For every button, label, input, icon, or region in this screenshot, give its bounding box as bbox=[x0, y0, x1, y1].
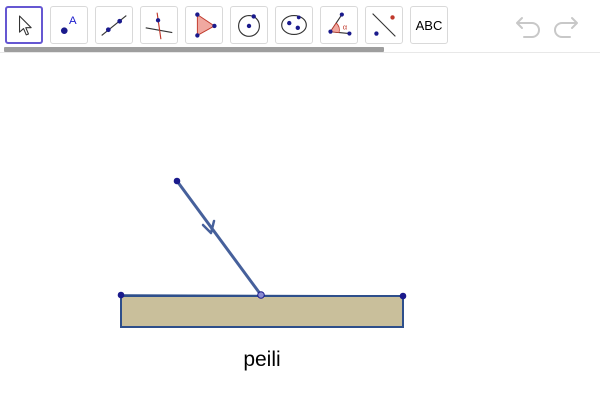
point-icon: A bbox=[60, 15, 77, 34]
line-tool-button[interactable] bbox=[95, 6, 133, 44]
mirror-rectangle[interactable] bbox=[120, 295, 404, 328]
undo-icon bbox=[516, 17, 540, 38]
text-tool-icon: ABC bbox=[415, 17, 443, 33]
light-ray-segment[interactable] bbox=[175, 180, 263, 296]
text-tool-button[interactable]: ABC bbox=[410, 6, 448, 44]
mirror-label: peili bbox=[243, 348, 281, 371]
mirror-right-point[interactable] bbox=[399, 292, 407, 300]
mirror-left-point[interactable] bbox=[117, 291, 125, 299]
incidence-point[interactable] bbox=[257, 291, 265, 299]
point-tool-label: A bbox=[69, 15, 77, 27]
redo-button[interactable] bbox=[550, 12, 580, 40]
polygon-icon bbox=[195, 12, 217, 38]
line-through-two-points-icon bbox=[101, 15, 127, 36]
redo-icon bbox=[554, 17, 578, 38]
perpendicular-tool-button[interactable] bbox=[140, 6, 178, 44]
move-tool-button[interactable] bbox=[5, 6, 43, 44]
toolbar: A α ABC bbox=[0, 0, 600, 50]
undo-button[interactable] bbox=[514, 12, 544, 40]
polygon-tool-button[interactable] bbox=[185, 6, 223, 44]
point-tool-button[interactable]: A bbox=[50, 6, 88, 44]
angle-tool-label: α bbox=[343, 23, 348, 32]
reflect-about-line-icon bbox=[372, 13, 396, 37]
move-pointer-icon bbox=[18, 15, 32, 36]
ellipse-icon bbox=[281, 14, 307, 36]
reflect-tool-button[interactable] bbox=[365, 6, 403, 44]
angle-icon: α bbox=[328, 12, 352, 36]
ray-start-point[interactable] bbox=[173, 177, 181, 185]
perpendicular-line-icon bbox=[145, 12, 173, 40]
circle-center-point-icon bbox=[238, 14, 260, 37]
ellipse-tool-button[interactable] bbox=[275, 6, 313, 44]
angle-tool-button[interactable]: α bbox=[320, 6, 358, 44]
circle-tool-button[interactable] bbox=[230, 6, 268, 44]
